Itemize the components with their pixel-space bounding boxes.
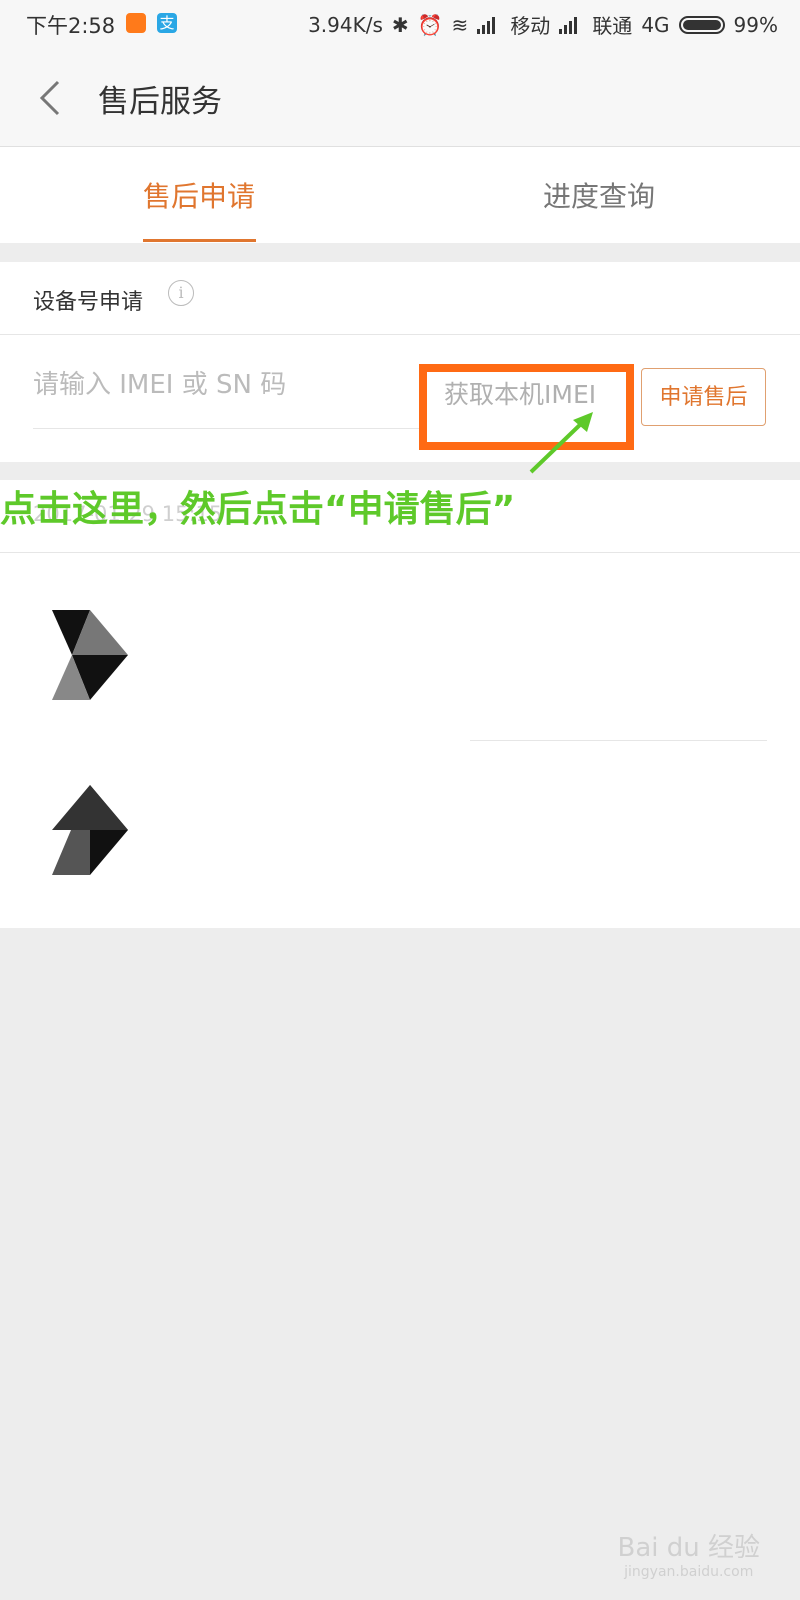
decorative-triangle-icon (52, 610, 128, 875)
status-right: 3.94K/s ✱ ⏰ ≋ 移动 联通 4G 99% (308, 10, 778, 39)
annotation-arrow-icon (529, 412, 593, 474)
status-bar: 下午2:58 支 3.94K/s ✱ ⏰ ≋ 移动 联通 4G 99% (0, 0, 800, 50)
divider (0, 334, 800, 335)
imei-input[interactable] (33, 367, 418, 403)
alipay-notification-icon: 支 (157, 13, 177, 33)
alarm-icon: ⏰ (417, 12, 443, 37)
input-underline (33, 428, 423, 429)
page-title: 售后服务 (98, 84, 222, 120)
network-speed: 3.94K/s (308, 12, 383, 37)
tab-progress[interactable]: 进度查询 (543, 175, 655, 215)
watermark-url: jingyan.baidu.com (624, 1564, 754, 1580)
active-tab-indicator (143, 239, 256, 242)
info-icon[interactable]: i (168, 280, 194, 306)
signal-icon-2 (559, 16, 583, 34)
bluetooth-icon: ✱ (391, 12, 409, 37)
device-apply-card: 设备号申请 i 获取本机IMEI 申请售后 (0, 262, 800, 462)
divider (470, 740, 767, 741)
battery-icon (678, 15, 725, 34)
wifi-icon: ≋ (451, 12, 469, 37)
carrier1-label: 移动 (510, 14, 551, 38)
tab-bar: 售后申请 进度查询 (0, 147, 800, 243)
annotation-text: 点击这里，然后点击“申请售后” (0, 489, 516, 530)
carrier2-label: 联通 (592, 14, 633, 38)
tab-apply[interactable]: 售后申请 (143, 175, 255, 215)
app-header: 售后服务 (0, 50, 800, 147)
apply-service-button[interactable]: 申请售后 (641, 368, 766, 426)
battery-percent: 99% (733, 12, 778, 37)
baidu-watermark: Bai du 经验 jingyan.baidu.com (617, 1527, 760, 1580)
signal-icon (477, 16, 501, 34)
section-heading: 设备号申请 (33, 290, 144, 315)
divider (0, 552, 800, 553)
app-notification-icon (126, 13, 146, 33)
network-type: 4G (641, 12, 670, 37)
status-time: 下午2:58 (26, 14, 116, 38)
watermark-brand: Bai du 经验 (617, 1533, 760, 1563)
record-section: 2017-01-29 15:15 (0, 480, 800, 928)
back-arrow-icon[interactable] (32, 78, 72, 118)
